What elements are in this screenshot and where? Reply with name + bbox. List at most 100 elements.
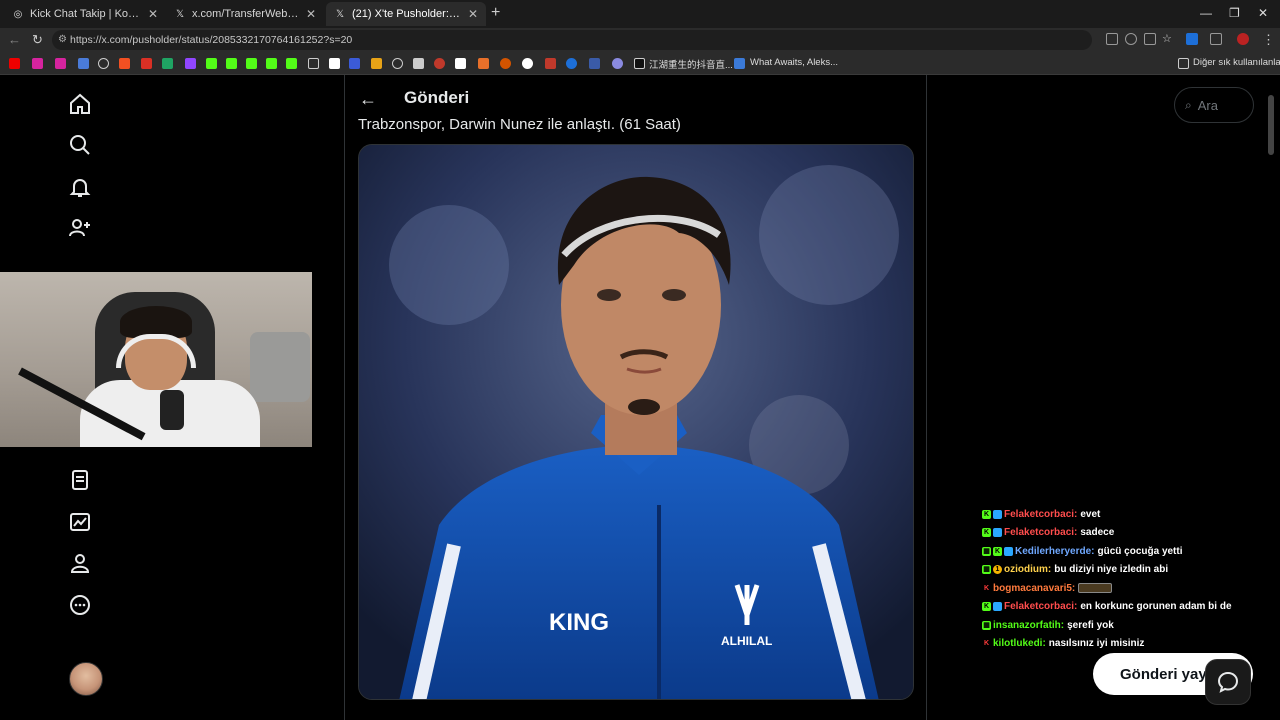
app-bookmark-icon[interactable] bbox=[413, 58, 424, 69]
tiktok-bookmark-icon[interactable] bbox=[634, 58, 645, 69]
kick-bookmark-icon[interactable] bbox=[206, 58, 217, 69]
reload-icon[interactable]: ↻ bbox=[32, 32, 43, 48]
notifications-bell-icon[interactable] bbox=[68, 175, 92, 199]
app-bookmark-icon[interactable] bbox=[500, 58, 511, 69]
zoom-icon[interactable] bbox=[1125, 33, 1137, 45]
close-tab-icon[interactable]: ✕ bbox=[306, 7, 316, 21]
new-tab-button[interactable]: + bbox=[491, 4, 500, 22]
bookmark-label[interactable]: 江湖重生的抖音直... bbox=[649, 57, 733, 71]
profile-icon[interactable] bbox=[1237, 33, 1249, 45]
app-bookmark-icon[interactable] bbox=[371, 58, 382, 69]
site-info-icon[interactable]: ⚙ bbox=[58, 34, 67, 45]
tab-transferweb[interactable]: 𝕏 x.com/TransferWeb1/status/20853 ✕ bbox=[166, 2, 324, 26]
kick-bookmark-icon[interactable] bbox=[226, 58, 237, 69]
home-icon[interactable] bbox=[68, 92, 92, 116]
app-bookmark-icon[interactable] bbox=[478, 58, 489, 69]
other-favorites-label[interactable]: Diğer sık kullanılanlar bbox=[1193, 57, 1280, 68]
tab-title: x.com/TransferWeb1/status/20853 bbox=[192, 8, 300, 20]
chat-username[interactable]: Felaketcorbaci: bbox=[1004, 509, 1077, 520]
club-name-text: ALHILAL bbox=[721, 634, 772, 648]
chat-username[interactable]: kilotlukedi: bbox=[993, 638, 1046, 649]
app-bookmark-icon[interactable] bbox=[522, 58, 533, 69]
chat-badge-icon: ▦ bbox=[982, 565, 991, 575]
more-icon[interactable] bbox=[68, 593, 92, 617]
favorite-star-icon[interactable]: ☆ bbox=[1162, 33, 1174, 45]
profile-icon[interactable] bbox=[68, 551, 92, 575]
chat-message: ▦ insanazorfatih: şerefi yok bbox=[982, 616, 1242, 635]
x-bookmark-icon[interactable] bbox=[329, 58, 340, 69]
tab-kick-chat[interactable]: ◎ Kick Chat Takip | KokoWich ✕ bbox=[4, 2, 166, 26]
chat-text: en korkunc gorunen adam bi de bbox=[1080, 601, 1232, 613]
youtube-bookmark-icon[interactable] bbox=[9, 58, 20, 69]
chat-badge-icon: K bbox=[983, 640, 990, 648]
close-window-button[interactable]: ✕ bbox=[1258, 6, 1268, 20]
chat-badge-icon: K bbox=[983, 584, 990, 592]
url-field[interactable]: ⚙ https://x.com/pusholder/status/2085332… bbox=[52, 30, 1092, 50]
chat-message: K Felaketcorbaci: en korkunc gorunen adam … bbox=[982, 598, 1242, 617]
address-toolbar: ← ↻ ⚙ https://x.com/pusholder/status/208… bbox=[0, 28, 1280, 52]
reader-icon[interactable] bbox=[1144, 33, 1156, 45]
instagram-bookmark-icon[interactable] bbox=[32, 58, 43, 69]
close-tab-icon[interactable]: ✕ bbox=[148, 7, 158, 21]
extension-icon[interactable] bbox=[1106, 33, 1118, 45]
search-input[interactable]: ⌕ Ara bbox=[1174, 87, 1254, 123]
back-arrow-icon[interactable]: ← bbox=[359, 89, 377, 110]
search-icon[interactable] bbox=[68, 133, 92, 157]
chat-message: Kkilotlukedi: nasılsınız iyi misiniz bbox=[982, 635, 1242, 654]
chat-text: nasılsınız iyi misiniz bbox=[1048, 638, 1145, 650]
chat-badge-icon bbox=[993, 509, 1002, 519]
messages-fab[interactable] bbox=[1205, 659, 1251, 705]
extension-icon[interactable] bbox=[1186, 33, 1198, 45]
follow-icon[interactable] bbox=[68, 216, 92, 240]
lists-icon[interactable] bbox=[68, 468, 92, 492]
chat-username[interactable]: Felaketcorbaci: bbox=[1004, 601, 1077, 612]
gmail-bookmark-icon[interactable] bbox=[141, 58, 152, 69]
chat-text: şerefi yok bbox=[1067, 619, 1114, 631]
webcam-overlay bbox=[0, 272, 312, 447]
app-bookmark-icon[interactable] bbox=[612, 58, 623, 69]
webcam-pillow bbox=[250, 332, 310, 402]
folder-bookmark-icon[interactable] bbox=[78, 58, 89, 69]
tab-pusholder[interactable]: 𝕏 (21) X'te Pusholder: "Trabzonspor, ✕ bbox=[326, 2, 486, 26]
app-bookmark-icon[interactable] bbox=[566, 58, 577, 69]
chat-badge-icon: K bbox=[993, 546, 1002, 556]
microsoft-bookmark-icon[interactable] bbox=[119, 58, 130, 69]
extensions-puzzle-icon[interactable] bbox=[1210, 33, 1222, 45]
chat-username[interactable]: insanazorfatih: bbox=[993, 620, 1064, 631]
kick-bookmark-icon[interactable] bbox=[246, 58, 257, 69]
app-bookmark-icon[interactable] bbox=[734, 58, 745, 69]
chat-emote-icon bbox=[1078, 583, 1113, 594]
p-bookmark-icon[interactable] bbox=[455, 58, 466, 69]
kick-bookmark-icon[interactable] bbox=[266, 58, 277, 69]
chat-badge-icon: K bbox=[982, 602, 991, 612]
more-menu-icon[interactable]: ⋮ bbox=[1262, 32, 1275, 48]
scrollbar[interactable] bbox=[1268, 95, 1274, 155]
globe-bookmark-icon[interactable] bbox=[98, 58, 109, 69]
drive-bookmark-icon[interactable] bbox=[162, 58, 173, 69]
twitch-bookmark-icon[interactable] bbox=[185, 58, 196, 69]
app-bookmark-icon[interactable] bbox=[589, 58, 600, 69]
kick-bookmark-icon[interactable] bbox=[286, 58, 297, 69]
app-bookmark-icon[interactable] bbox=[434, 58, 445, 69]
maximize-button[interactable]: ❐ bbox=[1229, 6, 1240, 20]
post-image[interactable]: KING ALHILAL bbox=[358, 144, 914, 700]
app-bookmark-icon[interactable] bbox=[545, 58, 556, 69]
analytics-icon[interactable] bbox=[68, 510, 92, 534]
chat-badge-icon: ▦ bbox=[982, 620, 991, 630]
app-bookmark-icon[interactable] bbox=[392, 58, 403, 69]
app-bookmark-icon[interactable] bbox=[349, 58, 360, 69]
instagram-bookmark-icon[interactable] bbox=[55, 58, 66, 69]
chat-username[interactable]: Kedilerheryerde: bbox=[1015, 546, 1094, 557]
minimize-button[interactable]: — bbox=[1200, 6, 1212, 20]
screen: ◎ Kick Chat Takip | KokoWich ✕ 𝕏 x.com/T… bbox=[0, 0, 1280, 720]
account-avatar[interactable] bbox=[69, 662, 103, 696]
chat-badge-icon: 1 bbox=[993, 565, 1002, 575]
chat-username[interactable]: bogmacanavari5: bbox=[993, 583, 1075, 594]
chat-username[interactable]: Felaketcorbaci: bbox=[1004, 527, 1077, 538]
bookmark-label[interactable]: What Awaits, Aleks... bbox=[750, 57, 838, 68]
chat-username[interactable]: oziodium: bbox=[1004, 564, 1051, 575]
anchor-bookmark-icon[interactable] bbox=[308, 58, 319, 69]
back-icon[interactable]: ← bbox=[8, 32, 21, 47]
stream-chat-overlay: K Felaketcorbaci: evet K Felaketcorbaci: sade… bbox=[982, 505, 1242, 653]
close-tab-icon[interactable]: ✕ bbox=[468, 7, 478, 21]
